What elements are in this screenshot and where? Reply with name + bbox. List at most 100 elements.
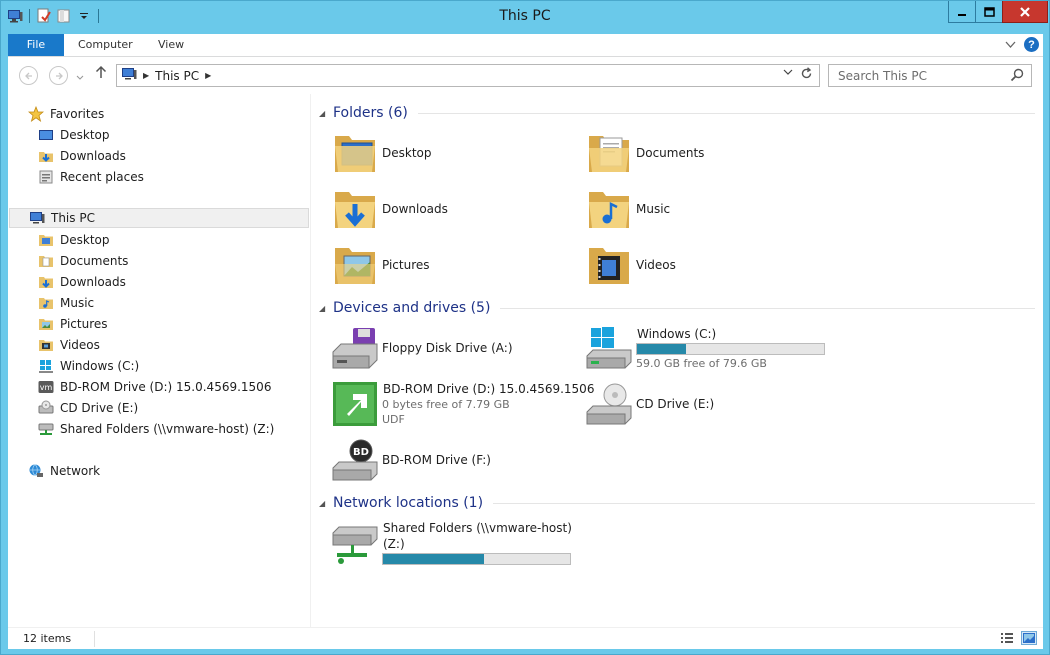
nav-favorites-recent[interactable]: Recent places <box>38 167 144 187</box>
recent-places-icon <box>39 170 53 184</box>
computer-icon <box>121 67 137 84</box>
minimize-icon <box>958 13 966 16</box>
close-icon <box>1020 6 1030 17</box>
tile-label: Windows (C:) <box>637 326 717 341</box>
nav-cd-drive[interactable]: CD Drive (E:) <box>38 398 138 418</box>
explorer-window: This PC File Computer View ? ▶ This PC ▶… <box>0 0 1050 655</box>
details-view-button[interactable] <box>999 631 1015 645</box>
nav-music[interactable]: Music <box>38 293 94 313</box>
address-bar[interactable]: ▶ This PC ▶ <box>116 64 820 87</box>
nav-desktop[interactable]: Desktop <box>38 230 110 250</box>
help-icon[interactable]: ? <box>1024 37 1039 52</box>
status-divider <box>94 631 95 647</box>
tile-label: Desktop <box>382 146 432 160</box>
tile-label-line2: (Z:) <box>383 537 405 551</box>
nav-bdrom-drive[interactable]: vm BD-ROM Drive (D:) 15.0.4569.1506 <box>38 377 271 397</box>
nav-videos[interactable]: Videos <box>38 335 100 355</box>
search-box[interactable] <box>828 64 1032 87</box>
nav-favorites[interactable]: Favorites <box>28 104 104 124</box>
nav-label: BD-ROM Drive (D:) 15.0.4569.1506 <box>60 380 272 394</box>
group-header-network[interactable]: ◢ Network locations (1) <box>319 494 1035 512</box>
properties-icon[interactable] <box>36 8 52 24</box>
drive-free-space: 59.0 GB free of 79.6 GB <box>636 356 767 370</box>
collapse-icon[interactable]: ◢ <box>319 499 333 508</box>
drive-tile-windows[interactable]: Windows (C:) 59.0 GB free of 79.6 GB <box>583 323 825 373</box>
nav-downloads[interactable]: Downloads <box>38 272 126 292</box>
nav-favorites-downloads[interactable]: Downloads <box>38 146 126 166</box>
tab-file[interactable]: File <box>8 34 64 56</box>
breadcrumb-this-pc[interactable]: This PC <box>155 69 199 83</box>
nav-windows-drive[interactable]: Windows (C:) <box>38 356 139 376</box>
nav-this-pc[interactable]: This PC <box>9 208 309 228</box>
folder-tile-downloads[interactable]: Downloads <box>329 184 448 234</box>
group-title: Devices and drives (5) <box>333 300 491 316</box>
customize-toolbar-icon[interactable] <box>76 8 92 24</box>
search-icon[interactable] <box>1010 68 1024 85</box>
folder-icon <box>39 340 53 351</box>
nav-label: CD Drive (E:) <box>60 401 139 415</box>
back-button[interactable] <box>19 66 38 85</box>
nav-documents[interactable]: Documents <box>38 251 128 271</box>
folder-tile-videos[interactable]: Videos <box>583 240 676 290</box>
navigation-pane[interactable]: Favorites Desktop Downloads Recent place… <box>8 94 311 627</box>
quick-access-toolbar <box>7 8 101 24</box>
nav-label: Desktop <box>60 128 110 142</box>
refresh-icon[interactable] <box>800 67 813 84</box>
nav-label: Videos <box>60 338 100 352</box>
nav-label: Network <box>50 464 101 478</box>
nav-network[interactable]: Network <box>28 461 100 481</box>
tab-computer[interactable]: Computer <box>64 34 147 56</box>
group-divider <box>493 502 1035 504</box>
folder-tile-pictures[interactable]: Pictures <box>329 240 430 290</box>
address-history-icon[interactable] <box>783 69 793 79</box>
downloads-folder-icon <box>329 184 381 234</box>
expand-ribbon-icon[interactable] <box>1005 38 1016 52</box>
nav-shared-folders[interactable]: Shared Folders (\\vmware-host) (Z:) <box>38 419 274 439</box>
svg-text:vm: vm <box>40 383 53 392</box>
folder-tile-music[interactable]: Music <box>583 184 670 234</box>
videos-folder-icon <box>583 240 635 290</box>
search-input[interactable] <box>838 68 998 83</box>
drive-tile-bdrom-f[interactable]: BD BD-ROM Drive (F:) <box>329 435 491 485</box>
group-title: Folders (6) <box>333 105 408 121</box>
nav-label: Downloads <box>60 275 126 289</box>
group-header-folders[interactable]: ◢ Folders (6) <box>319 104 1035 122</box>
tab-view[interactable]: View <box>144 34 198 56</box>
tile-label-line1: Shared Folders (\\vmware-host) <box>383 521 572 535</box>
folder-tile-desktop[interactable]: Desktop <box>329 128 432 178</box>
minimize-button[interactable] <box>948 1 976 23</box>
tile-label: CD Drive (E:) <box>636 397 715 411</box>
up-button[interactable] <box>95 65 107 83</box>
nav-pictures[interactable]: Pictures <box>38 314 108 334</box>
drive-filesystem: UDF <box>382 413 405 426</box>
drive-info: Windows (C:) 59.0 GB free of 79.6 GB <box>636 327 825 370</box>
tile-label: Videos <box>636 258 676 272</box>
drive-tile-cd[interactable]: CD Drive (E:) <box>583 379 714 429</box>
maximize-button[interactable] <box>975 1 1003 23</box>
drive-tile-floppy[interactable]: Floppy Disk Drive (A:) <box>329 323 513 373</box>
drive-usage-bar <box>382 553 571 565</box>
computer-icon[interactable] <box>7 8 23 24</box>
folder-tile-documents[interactable]: Documents <box>583 128 704 178</box>
close-button[interactable] <box>1002 1 1048 23</box>
cd-drive-icon <box>38 400 54 414</box>
nav-label: Windows (C:) <box>60 359 140 373</box>
computer-icon <box>30 212 45 224</box>
collapse-icon[interactable]: ◢ <box>319 109 333 118</box>
drive-tile-bdrom-d[interactable]: BD-ROM Drive (D:) 15.0.4569.1506 0 bytes… <box>329 379 594 429</box>
collapse-icon[interactable]: ◢ <box>319 304 333 313</box>
folder-icon <box>39 319 53 330</box>
breadcrumb-chevron-icon[interactable]: ▶ <box>143 71 149 80</box>
group-divider <box>417 112 1035 114</box>
breadcrumb-chevron-icon[interactable]: ▶ <box>205 71 211 80</box>
network-tile-shared-folders[interactable]: Shared Folders (\\vmware-host) (Z:) <box>329 518 572 568</box>
large-icons-view-button[interactable] <box>1021 631 1037 645</box>
back-arrow-icon <box>24 72 32 79</box>
group-header-devices[interactable]: ◢ Devices and drives (5) <box>319 299 1035 317</box>
recent-locations-icon[interactable] <box>76 70 84 84</box>
new-folder-icon[interactable] <box>56 8 72 24</box>
forward-button[interactable] <box>49 66 68 85</box>
folder-icon <box>39 277 53 288</box>
nav-favorites-desktop[interactable]: Desktop <box>38 125 110 145</box>
details-view-icon <box>1001 633 1013 643</box>
